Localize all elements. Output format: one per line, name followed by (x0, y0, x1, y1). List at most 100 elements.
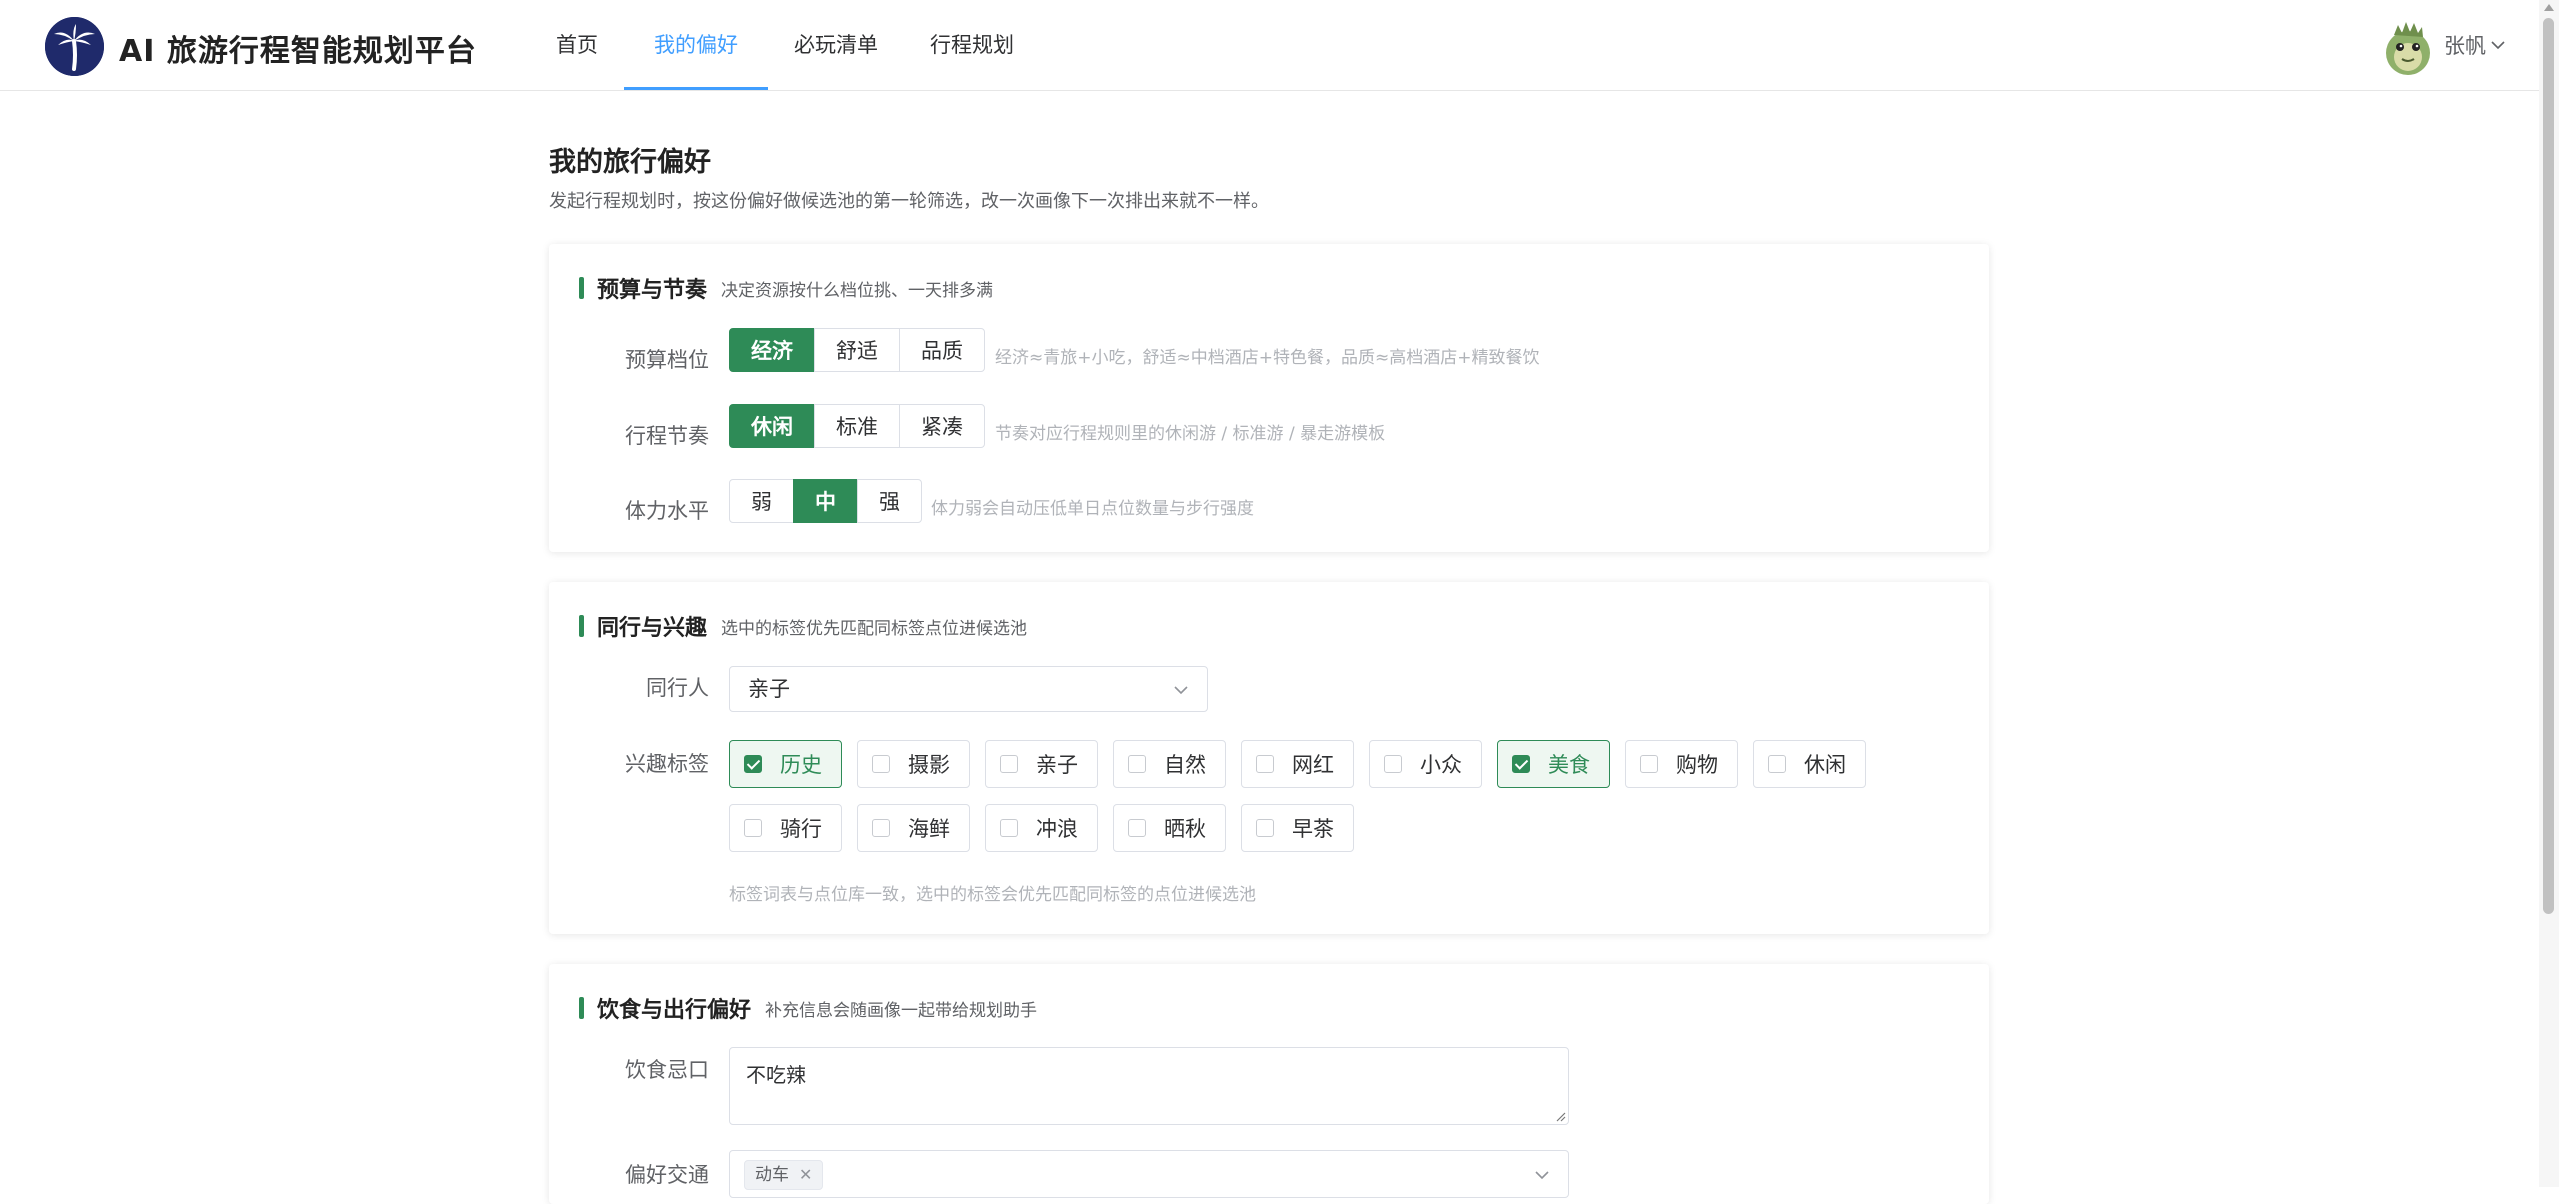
budget-hint: 经济≈青旅+小吃，舒适≈中档酒店+特色餐，品质≈高档酒店+精致餐饮 (995, 348, 1540, 368)
interest-tag-food[interactable]: 美食 (1497, 740, 1610, 788)
pace-label: 行程节奏 (625, 424, 709, 448)
card-description: 决定资源按什么档位挑、一天排多满 (721, 280, 994, 301)
card-header: 同行与兴趣 选中的标签优先匹配同标签点位进候选池 (579, 610, 1027, 642)
top-header: AI 旅游行程智能规划平台 首页 我的偏好 必玩清单 行程规划 张帆 (0, 0, 2559, 91)
section-accent-bar (579, 277, 584, 299)
tag-label: 购物 (1676, 753, 1718, 777)
interest-tag-shopping[interactable]: 购物 (1625, 740, 1738, 788)
tag-label: 骑行 (780, 817, 822, 841)
interest-tag-photography[interactable]: 摄影 (857, 740, 970, 788)
budget-option-economy[interactable]: 经济 (729, 328, 815, 372)
stamina-segmented: 弱 中 强 (729, 479, 922, 523)
tag-label: 早茶 (1292, 817, 1334, 841)
tag-label: 摄影 (908, 753, 950, 777)
page-subtitle: 发起行程规划时，按这份偏好做候选池的第一轮筛选，改一次画像下一次排出来就不一样。 (549, 191, 1269, 212)
chevron-down-icon (1174, 686, 1188, 695)
checkbox-icon (872, 819, 890, 837)
nav-home[interactable]: 首页 (530, 0, 624, 90)
tag-label: 休闲 (1804, 753, 1846, 777)
interest-tag-seafood[interactable]: 海鲜 (857, 804, 970, 852)
card-description: 选中的标签优先匹配同标签点位进候选池 (721, 618, 1028, 639)
diet-restrictions-textarea[interactable]: 不吃辣 (729, 1047, 1569, 1125)
interest-tag-autumn-harvest[interactable]: 晒秋 (1113, 804, 1226, 852)
transport-label: 偏好交通 (625, 1163, 709, 1187)
pace-option-leisure[interactable]: 休闲 (729, 404, 815, 448)
checkbox-checked-icon (744, 755, 762, 773)
tag-label: 自然 (1164, 753, 1206, 777)
tag-label: 冲浪 (1036, 817, 1078, 841)
budget-segmented: 经济 舒适 品质 (729, 328, 985, 372)
interest-tag-surfing[interactable]: 冲浪 (985, 804, 1098, 852)
tag-label: 历史 (780, 753, 822, 777)
interest-tag-cycling[interactable]: 骑行 (729, 804, 842, 852)
pace-option-compact[interactable]: 紧凑 (899, 404, 985, 448)
interest-tag-trending[interactable]: 网红 (1241, 740, 1354, 788)
interest-tag-leisure[interactable]: 休闲 (1753, 740, 1866, 788)
palm-tree-logo-icon[interactable] (45, 17, 104, 76)
close-icon[interactable]: ✕ (799, 1161, 812, 1189)
companion-select[interactable]: 亲子 (729, 666, 1208, 712)
stamina-label: 体力水平 (625, 499, 709, 523)
card-header: 预算与节奏 决定资源按什么档位挑、一天排多满 (579, 272, 993, 304)
stamina-option-strong[interactable]: 强 (857, 479, 922, 523)
checkbox-icon (1000, 819, 1018, 837)
stamina-option-medium[interactable]: 中 (793, 479, 858, 523)
nav-itinerary-planning[interactable]: 行程规划 (904, 0, 1040, 90)
stamina-hint: 体力弱会自动压低单日点位数量与步行强度 (931, 499, 1254, 519)
companion-select-value: 亲子 (748, 677, 790, 701)
transport-chip: 动车 ✕ (744, 1160, 824, 1190)
interest-tag-group: 历史 摄影 亲子 自然 网红 小众 美食 购物 休闲 骑行 海鲜 冲浪 晒秋 早… (729, 740, 1929, 868)
checkbox-icon (1256, 819, 1274, 837)
stamina-option-weak[interactable]: 弱 (729, 479, 794, 523)
diet-restrictions-value: 不吃辣 (746, 1063, 806, 1087)
checkbox-icon (744, 819, 762, 837)
chevron-down-icon (1535, 1171, 1549, 1180)
pace-hint: 节奏对应行程规则里的休闲游 / 标准游 / 暴走游模板 (995, 424, 1386, 444)
checkbox-icon (1384, 755, 1402, 773)
tag-label: 小众 (1420, 753, 1462, 777)
scrollbar-thumb[interactable] (2543, 18, 2554, 914)
dinosaur-avatar-icon[interactable] (2380, 13, 2436, 77)
checkbox-icon (1128, 819, 1146, 837)
budget-option-quality[interactable]: 品质 (899, 328, 985, 372)
pace-option-standard[interactable]: 标准 (814, 404, 900, 448)
checkbox-icon (1128, 755, 1146, 773)
user-menu[interactable]: 张帆 (2380, 13, 2506, 77)
vertical-scrollbar[interactable] (2539, 0, 2559, 1187)
tag-label: 美食 (1548, 753, 1590, 777)
budget-option-comfort[interactable]: 舒适 (814, 328, 900, 372)
checkbox-icon (1000, 755, 1018, 773)
diet-label: 饮食忌口 (625, 1058, 709, 1082)
pace-segmented: 休闲 标准 紧凑 (729, 404, 985, 448)
card-description: 补充信息会随画像一起带给规划助手 (765, 1000, 1038, 1021)
tag-label: 亲子 (1036, 753, 1078, 777)
budget-pace-card: 预算与节奏 决定资源按什么档位挑、一天排多满 预算档位 经济 舒适 品质 经济≈… (549, 244, 1989, 552)
interest-tag-niche[interactable]: 小众 (1369, 740, 1482, 788)
checkbox-icon (1640, 755, 1658, 773)
checkbox-icon (1256, 755, 1274, 773)
resize-handle-icon[interactable] (1554, 1110, 1566, 1122)
transport-multiselect[interactable]: 动车 ✕ (729, 1150, 1569, 1198)
checkbox-checked-icon (1512, 755, 1530, 773)
companion-label: 同行人 (646, 676, 709, 700)
username[interactable]: 张帆 (2444, 30, 2486, 60)
main-nav: 首页 我的偏好 必玩清单 行程规划 (530, 0, 1040, 90)
interest-tag-nature[interactable]: 自然 (1113, 740, 1226, 788)
interest-tag-history[interactable]: 历史 (729, 740, 842, 788)
app-title: AI 旅游行程智能规划平台 (119, 34, 477, 69)
card-title: 饮食与出行偏好 (597, 998, 752, 1023)
tag-label: 海鲜 (908, 817, 950, 841)
interest-tag-family[interactable]: 亲子 (985, 740, 1098, 788)
diet-transport-card: 饮食与出行偏好 补充信息会随画像一起带给规划助手 饮食忌口 不吃辣 偏好交通 动… (549, 964, 1989, 1204)
chevron-down-icon[interactable] (2490, 37, 2506, 53)
section-accent-bar (579, 997, 584, 1019)
section-accent-bar (579, 615, 584, 637)
scroll-up-arrow-icon[interactable] (2544, 4, 2554, 11)
checkbox-icon (872, 755, 890, 773)
nav-my-preferences[interactable]: 我的偏好 (624, 0, 768, 90)
interest-tag-morning-tea[interactable]: 早茶 (1241, 804, 1354, 852)
checkbox-icon (1768, 755, 1786, 773)
card-title: 同行与兴趣 (597, 616, 708, 641)
budget-label: 预算档位 (625, 348, 709, 372)
nav-must-play-list[interactable]: 必玩清单 (768, 0, 904, 90)
